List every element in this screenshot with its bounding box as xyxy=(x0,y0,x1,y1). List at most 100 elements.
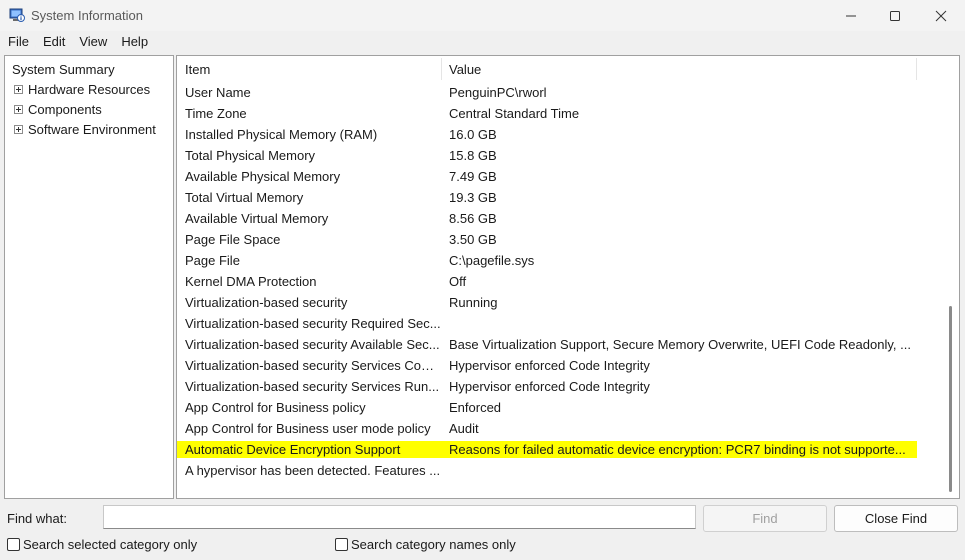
table-row[interactable]: Total Physical Memory 15.8 GB xyxy=(177,145,917,166)
checkbox-icon[interactable] xyxy=(335,538,348,551)
table-row[interactable]: App Control for Business policy Enforced xyxy=(177,397,917,418)
row-value-cell: 15.8 GB xyxy=(449,148,497,163)
table-row[interactable]: Available Virtual Memory 8.56 GB xyxy=(177,208,917,229)
row-item-cell: Virtualization-based security Available … xyxy=(185,337,440,352)
column-header-item[interactable]: Item xyxy=(185,62,210,77)
list-header: Item Value xyxy=(177,56,917,82)
expand-icon[interactable] xyxy=(14,84,23,94)
search-selected-category-checkbox[interactable]: Search selected category only xyxy=(7,537,197,552)
scrollbar-thumb[interactable] xyxy=(949,306,952,492)
row-value-cell: Hypervisor enforced Code Integrity xyxy=(449,379,650,394)
tree-item-label: Hardware Resources xyxy=(28,81,151,97)
expand-icon[interactable] xyxy=(14,124,23,134)
column-divider[interactable] xyxy=(916,58,917,80)
table-row[interactable]: Virtualization-based security Services C… xyxy=(177,355,917,376)
row-item-cell: Virtualization-based security Services C… xyxy=(185,358,441,373)
tree-item-label: System Summary xyxy=(12,61,115,77)
maximize-icon xyxy=(890,10,900,21)
table-row[interactable]: Virtualization-based security Running xyxy=(177,292,917,313)
checkbox-icon[interactable] xyxy=(7,538,20,551)
row-value-cell: Audit xyxy=(449,421,479,436)
row-item-cell: Automatic Device Encryption Support xyxy=(185,442,401,457)
row-value-cell: Off xyxy=(449,274,467,289)
find-what-label: Find what: xyxy=(7,511,67,526)
row-item-cell: Page File Space xyxy=(185,232,281,247)
table-row[interactable]: Time Zone Central Standard Time xyxy=(177,103,917,124)
table-row[interactable]: Page File C:\pagefile.sys xyxy=(177,250,917,271)
minimize-button[interactable] xyxy=(828,0,874,31)
row-value-cell: 3.50 GB xyxy=(449,232,497,247)
row-item-cell: Virtualization-based security Services R… xyxy=(185,379,440,394)
close-find-button[interactable]: Close Find xyxy=(834,505,958,532)
find-input[interactable] xyxy=(103,505,696,529)
row-value-cell: Reasons for failed automatic device encr… xyxy=(449,442,906,457)
table-row[interactable]: Installed Physical Memory (RAM) 16.0 GB xyxy=(177,124,917,145)
vertical-scrollbar[interactable] xyxy=(943,56,959,498)
row-item-cell: App Control for Business user mode polic… xyxy=(185,421,431,436)
row-value-cell: Central Standard Time xyxy=(449,106,580,121)
category-tree[interactable]: System Summary Hardware Resources Compon… xyxy=(4,55,174,499)
menu-view[interactable]: View xyxy=(72,34,114,49)
row-item-cell: App Control for Business policy xyxy=(185,400,366,415)
system-information-icon xyxy=(9,8,25,22)
find-button[interactable]: Find xyxy=(703,505,827,532)
checkbox-label: Search selected category only xyxy=(23,537,198,552)
window-title: System Information xyxy=(31,8,143,23)
row-item-cell: Installed Physical Memory (RAM) xyxy=(185,127,378,142)
row-item-cell: Kernel DMA Protection xyxy=(185,274,317,289)
row-value-cell: 7.49 GB xyxy=(449,169,497,184)
menu-file[interactable]: File xyxy=(0,34,36,49)
list-rows: User Name PenguinPC\rworl Time Zone Central… xyxy=(177,82,917,481)
row-value-cell: 19.3 GB xyxy=(449,190,497,205)
table-row[interactable]: User Name PenguinPC\rworl xyxy=(177,82,917,103)
table-row[interactable]: Available Physical Memory 7.49 GB xyxy=(177,166,917,187)
row-item-cell: Page File xyxy=(185,253,240,268)
row-item-cell: Virtualization-based security xyxy=(185,295,348,310)
menu-bar: File Edit View Help xyxy=(0,31,965,51)
row-value-cell: C:\pagefile.sys xyxy=(449,253,535,268)
table-row[interactable]: Virtualization-based security Services R… xyxy=(177,376,917,397)
tree-item-hardware-resources[interactable]: Hardware Resources xyxy=(14,79,150,99)
row-item-cell: Time Zone xyxy=(185,106,247,121)
menu-help[interactable]: Help xyxy=(114,34,155,49)
menu-edit[interactable]: Edit xyxy=(36,34,72,49)
search-category-names-checkbox[interactable]: Search category names only xyxy=(335,537,516,552)
minimize-icon xyxy=(846,15,856,16)
expand-icon[interactable] xyxy=(14,104,23,114)
row-item-cell: A hypervisor has been detected. Features… xyxy=(185,463,441,478)
row-item-cell: Virtualization-based security Required S… xyxy=(185,316,441,331)
table-row[interactable]: Page File Space 3.50 GB xyxy=(177,229,917,250)
table-row[interactable]: Virtualization-based security Required S… xyxy=(177,313,917,334)
row-value-cell: Enforced xyxy=(449,400,502,415)
column-divider[interactable] xyxy=(441,58,442,80)
table-row[interactable]: A hypervisor has been detected. Features… xyxy=(177,460,917,481)
tree-item-software-environment[interactable]: Software Environment xyxy=(14,119,156,139)
row-item-cell: Available Virtual Memory xyxy=(185,211,329,226)
table-row[interactable]: Total Virtual Memory 19.3 GB xyxy=(177,187,917,208)
close-icon xyxy=(935,10,947,21)
tree-item-label: Components xyxy=(28,101,102,117)
table-row[interactable]: App Control for Business user mode polic… xyxy=(177,418,917,439)
row-value-cell: Running xyxy=(449,295,498,310)
column-header-value[interactable]: Value xyxy=(449,62,481,77)
close-button[interactable] xyxy=(918,0,964,31)
maximize-button[interactable] xyxy=(872,0,918,31)
row-value-cell: Hypervisor enforced Code Integrity xyxy=(449,358,650,373)
row-value-cell: 16.0 GB xyxy=(449,127,497,142)
row-item-cell: Available Physical Memory xyxy=(185,169,341,184)
table-row[interactable]: Automatic Device Encryption Support Reaso… xyxy=(177,439,917,460)
table-row[interactable]: Virtualization-based security Available … xyxy=(177,334,917,355)
row-value-cell: Base Virtualization Support, Secure Memo… xyxy=(449,337,911,352)
checkbox-label: Search category names only xyxy=(351,537,516,552)
title-bar: System Information xyxy=(0,0,965,31)
table-row[interactable]: Kernel DMA Protection Off xyxy=(177,271,917,292)
row-item-cell: User Name xyxy=(185,85,251,100)
row-item-cell: Total Virtual Memory xyxy=(185,190,304,205)
row-value-cell: 8.56 GB xyxy=(449,211,497,226)
row-value-cell: PenguinPC\rworl xyxy=(449,85,547,100)
tree-item-system-summary[interactable]: System Summary xyxy=(11,59,116,79)
details-list[interactable]: Item Value User Name PenguinPC\rworl Time … xyxy=(176,55,960,499)
row-item-cell: Total Physical Memory xyxy=(185,148,316,163)
tree-item-components[interactable]: Components xyxy=(14,99,102,119)
tree-item-label: Software Environment xyxy=(28,121,156,137)
